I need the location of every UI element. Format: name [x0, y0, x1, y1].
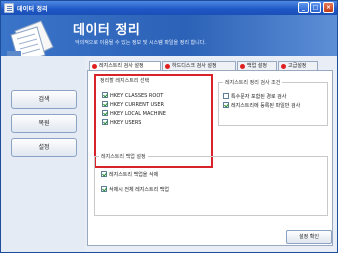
checkbox-label: HKEY CLASSES ROOT [110, 93, 164, 99]
checkbox-icon [101, 171, 107, 177]
checkbox-label: 특수문자 포함된 경로 검사 [231, 94, 287, 100]
checkbox-hku[interactable]: HKEY USERS [102, 119, 141, 127]
registry-select-group: 정리할 레지스트리 선택 HKEY CLASSES ROOT HKEY CURR… [96, 77, 210, 165]
tab-label: 하드디스크 검사 설정 [172, 63, 217, 69]
checkbox-label: HKEY CURRENT USER [110, 102, 164, 108]
page-subtitle: 악의적으로 이용될 수 있는 정보 및 시스템 파일을 정리 합니다. [75, 40, 206, 46]
page-title: 데이터 정리 [73, 23, 141, 38]
tab-label: 고급설정 [288, 63, 307, 69]
red-dot-icon [240, 64, 245, 69]
group-label: 레지스트리 정리 검사 조건 [223, 79, 283, 86]
window-title: 데이터 정리 [17, 6, 48, 13]
app-icon [4, 3, 14, 13]
tab-label: 백업 설정 [247, 63, 267, 69]
checkbox-label: HKEY LOCAL MACHINE [110, 111, 166, 117]
tab-label: 레지스트리 검사 설정 [99, 63, 144, 69]
checkbox-label: 삭제시 전체 레지스트리 백업 [109, 187, 169, 193]
confirm-settings-button[interactable]: 설정 확인 [286, 230, 332, 244]
checkbox-hkcr[interactable]: HKEY CLASSES ROOT [102, 92, 163, 100]
checkbox-label: 레지스트리 백업을 삭제 [109, 172, 159, 178]
sidebar: 검색 복원 설정 [1, 56, 85, 252]
checkbox-icon [102, 92, 108, 98]
checkbox-special-chars[interactable]: 특수문자 포함된 경로 검사 [223, 93, 286, 101]
backup-settings-group: 레지스트리 백업 설정 레지스트리 백업을 삭제 삭제시 전체 레지스트리 백업 [94, 153, 328, 216]
red-dot-icon [165, 64, 170, 69]
checkbox-icon [223, 93, 229, 99]
group-label: 정리할 레지스트리 선택 [98, 77, 152, 84]
checkbox-label: 레지스트리에 등록된 파일만 검사 [231, 103, 301, 109]
checkbox-icon [102, 110, 108, 116]
settings-button[interactable]: 설정 [11, 138, 77, 157]
checkbox-full-backup[interactable]: 삭제시 전체 레지스트리 백업 [101, 186, 169, 194]
close-button[interactable]: × [323, 2, 334, 13]
cleanup-conditions-group: 레지스트리 정리 검사 조건 특수문자 포함된 경로 검사 레지스트리에 등록된… [218, 79, 328, 126]
checkbox-icon [102, 101, 108, 107]
checkbox-label: HKEY USERS [110, 120, 142, 126]
checkbox-icon [101, 186, 107, 192]
maximize-button[interactable]: □ [310, 2, 321, 13]
red-dot-icon [281, 64, 286, 69]
red-dot-icon [92, 64, 97, 69]
group-label: 레지스트리 백업 설정 [99, 153, 148, 160]
minimize-button[interactable]: _ [298, 2, 309, 13]
checkbox-hkcu[interactable]: HKEY CURRENT USER [102, 101, 164, 109]
checkbox-hklm[interactable]: HKEY LOCAL MACHINE [102, 110, 166, 118]
search-button[interactable]: 검색 [11, 90, 77, 109]
checkbox-icon [102, 119, 108, 125]
tab-content: 정리할 레지스트리 선택 HKEY CLASSES ROOT HKEY CURR… [87, 70, 333, 246]
checkbox-delete-backup[interactable]: 레지스트리 백업을 삭제 [101, 171, 158, 179]
header-banner: 데이터 정리 악의적으로 이용될 수 있는 정보 및 시스템 파일을 정리 합니… [1, 15, 337, 64]
app-window: 데이터 정리 _ □ × 데이터 정리 악의적으로 이용될 수 있는 정보 및 … [0, 0, 338, 253]
checkbox-registered-files[interactable]: 레지스트리에 등록된 파일만 검사 [223, 102, 300, 110]
title-bar[interactable]: 데이터 정리 _ □ × [1, 1, 337, 15]
restore-button[interactable]: 복원 [11, 114, 77, 133]
checkbox-icon [223, 102, 229, 108]
